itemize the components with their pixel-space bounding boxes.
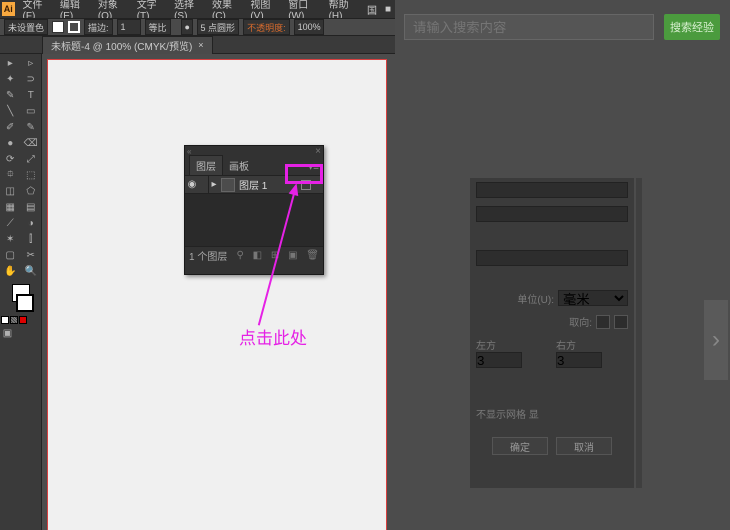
type-tool-icon[interactable]: T [21, 88, 41, 103]
width-tool-icon[interactable]: ⯐ [1, 168, 21, 183]
card-field-2[interactable] [476, 206, 628, 222]
left-input[interactable] [476, 352, 522, 368]
mode-color-icon[interactable] [1, 316, 9, 324]
symbol-spray-icon[interactable]: ✶ [1, 232, 21, 247]
expand-icon[interactable]: ▸ [209, 179, 219, 190]
search-area: 搜索经验 [404, 14, 720, 40]
right-settings-card: 单位(U): 毫米 取向: 左方 右方 不显示网格 显 确定 取消 [470, 178, 634, 488]
panel-close-icon[interactable]: × [315, 146, 321, 157]
visibility-icon[interactable]: ◉ [185, 179, 199, 190]
toolbox: ▸▹ ✦⊃ ✎T ╲▭ ✐✎ ●⌫ ⟳⤢ ⯐⬚ ◫⬠ ▦▤ ⟋◑ ✶⫿ ▢✂ ✋… [0, 54, 42, 530]
right-input[interactable] [556, 352, 602, 368]
card-field-1[interactable] [476, 182, 628, 198]
document-tabbar: 未标题-4 @ 100% (CMYK/预览) × [0, 36, 395, 54]
blob-tool-icon[interactable]: ● [1, 136, 21, 151]
unit-select[interactable]: 毫米 [558, 290, 628, 306]
cancel-button[interactable]: 取消 [556, 437, 612, 455]
shape-builder-icon[interactable]: ◫ [1, 184, 21, 199]
search-button[interactable]: 搜索经验 [664, 14, 720, 40]
left-label: 左方 [476, 337, 544, 352]
slice-tool-icon[interactable]: ✂ [21, 248, 41, 263]
wand-tool-icon[interactable]: ✦ [1, 72, 21, 87]
ok-button[interactable]: 确定 [492, 437, 548, 455]
profile-select[interactable]: 等比 [145, 19, 171, 35]
perspective-icon[interactable]: ⬠ [21, 184, 41, 199]
lasso-tool-icon[interactable]: ⊃ [21, 72, 41, 87]
hand-tool-icon[interactable]: ✋ [1, 264, 21, 279]
rotate-tool-icon[interactable]: ⟳ [1, 152, 21, 167]
search-input[interactable] [404, 14, 654, 40]
delete-layer-icon[interactable]: 🗑 [306, 250, 319, 261]
orient-landscape-icon[interactable] [614, 315, 628, 329]
graph-tool-icon[interactable]: ⫿ [21, 232, 41, 247]
eyedropper-icon[interactable]: ⟋ [1, 216, 21, 231]
right-label: 右方 [556, 337, 624, 352]
fill-swatch-icon[interactable] [52, 21, 64, 33]
selection-tool-icon[interactable]: ▸ [1, 56, 21, 71]
gradient-tool-icon[interactable]: ▤ [21, 200, 41, 215]
document-tab[interactable]: 未标题-4 @ 100% (CMYK/预览) × [42, 36, 213, 54]
panel-menu-icon[interactable]: ▾≡ [308, 162, 319, 175]
layer-count-label: 1 个图层 [189, 248, 227, 263]
opacity-value[interactable]: 100% [294, 19, 324, 35]
stroke-swatch-icon[interactable] [68, 21, 80, 33]
free-transform-icon[interactable]: ⬚ [21, 168, 41, 183]
menu-extra-1[interactable]: 国 [363, 2, 381, 17]
carousel-next-icon[interactable]: › [704, 300, 728, 380]
layers-panel: « × 图层 画板 ▾≡ ◉ ▸ 图层 1 1 个图层 ⚲ ◧ ⊞ ▣ 🗑 [184, 145, 324, 275]
unit-label: 单位(U): [517, 291, 554, 306]
target-icon[interactable] [301, 180, 311, 190]
eraser-tool-icon[interactable]: ⌫ [21, 136, 41, 151]
brush-select[interactable]: 5 点圆形 [197, 19, 240, 35]
scale-tool-icon[interactable]: ⤢ [21, 152, 41, 167]
layer-name[interactable]: 图层 1 [237, 177, 301, 192]
new-layer-icon[interactable]: ▣ [288, 250, 297, 261]
stroke-value[interactable]: 1 [117, 19, 141, 35]
app-logo-icon: Ai [2, 2, 15, 16]
locate-layer-icon[interactable]: ⚲ [237, 250, 244, 261]
screen-mode-icon[interactable]: ▣ [2, 327, 14, 339]
menubar: Ai 文件(F) 编辑(E) 对象(O) 文字(T) 选择(S) 效果(C) 视… [0, 0, 395, 18]
new-sublayer-icon[interactable]: ⊞ [271, 250, 279, 261]
lock-col[interactable] [199, 176, 209, 193]
tab-layers[interactable]: 图层 [189, 155, 223, 175]
canvas-area[interactable] [42, 54, 395, 530]
line-tool-icon[interactable]: ╲ [1, 104, 21, 119]
zoom-tool-icon[interactable]: 🔍 [21, 264, 41, 279]
pencil-tool-icon[interactable]: ✎ [21, 120, 41, 135]
menu-extra-2[interactable]: ■ [381, 4, 395, 15]
mask-icon[interactable]: ◧ [253, 250, 262, 261]
stroke-label: 描边: [84, 19, 113, 35]
artboard-tool-icon[interactable]: ▢ [1, 248, 21, 263]
right-strip [636, 178, 642, 488]
layers-list: ◉ ▸ 图层 1 [185, 176, 323, 246]
orient-portrait-icon[interactable] [596, 315, 610, 329]
pen-tool-icon[interactable]: ✎ [1, 88, 21, 103]
direct-select-tool-icon[interactable]: ▹ [21, 56, 41, 71]
control-bar: 未设置色 描边: 1 等比 ● 5 点圆形 不透明度: 100% [0, 18, 395, 36]
blend-tool-icon[interactable]: ◑ [21, 216, 41, 231]
orient-label: 取向: [569, 314, 592, 329]
card-field-3[interactable] [476, 250, 628, 266]
stroke-color-icon[interactable] [16, 294, 34, 312]
mode-gradient-icon[interactable] [10, 316, 18, 324]
layer-row[interactable]: ◉ ▸ 图层 1 [185, 176, 323, 194]
mesh-tool-icon[interactable]: ▦ [1, 200, 21, 215]
tab-artboards[interactable]: 画板 [223, 156, 255, 175]
document-tab-title: 未标题-4 @ 100% (CMYK/预览) [51, 38, 192, 53]
rect-tool-icon[interactable]: ▭ [21, 104, 41, 119]
mode-none-icon[interactable] [19, 316, 27, 324]
artboard[interactable] [48, 60, 386, 530]
no-select-label: 未设置色 [4, 19, 48, 35]
close-tab-icon[interactable]: × [198, 40, 203, 50]
opacity-label: 不透明度: [243, 19, 290, 35]
brush-tool-icon[interactable]: ✐ [1, 120, 21, 135]
layer-thumb-icon [221, 178, 235, 192]
grid-label: 不显示网格 显 [476, 406, 539, 421]
layer-target-area[interactable] [301, 178, 323, 192]
